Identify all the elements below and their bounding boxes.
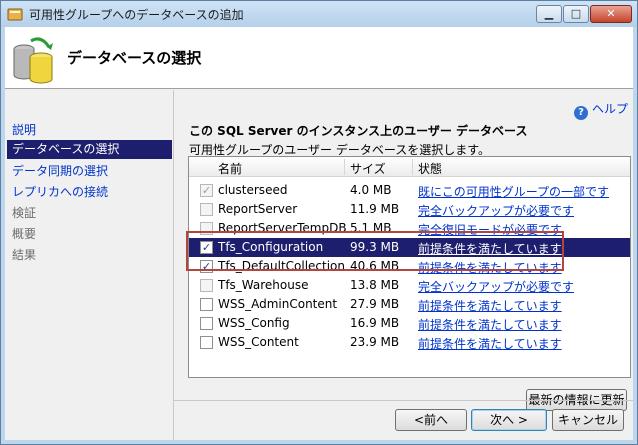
row-size: 5.1 MB (350, 221, 392, 235)
column-separator (412, 159, 413, 175)
row-status-link[interactable]: 既にこの可用性グループの一部です (418, 183, 609, 200)
row-name: clusterseed (218, 183, 288, 197)
window-title: 可用性グループへのデータベースの追加 (29, 8, 244, 22)
row-name: Tfs_DefaultCollection (218, 259, 346, 273)
row-checkbox[interactable]: ✓ (200, 184, 213, 197)
row-name: ReportServerTempDB (218, 221, 347, 235)
nav-item-validation: 検証 (12, 206, 37, 220)
row-checkbox[interactable] (200, 279, 213, 292)
help-label: ヘルプ (592, 102, 629, 116)
button-footer: <前へ 次へ > キャンセル (173, 400, 633, 440)
page-title: データベースの選択 (67, 49, 202, 67)
nav-item-results: 結果 (12, 248, 37, 262)
row-checkbox[interactable]: ✓ (200, 241, 213, 254)
table-row[interactable]: ✓ Tfs_Configuration 99.3 MB 前提条件を満たしています (189, 238, 630, 257)
grid-header: 名前 サイズ 状態 (189, 157, 630, 177)
maximize-button[interactable]: □ (563, 5, 589, 23)
row-size: 40.6 MB (350, 259, 400, 273)
column-separator (344, 159, 345, 175)
row-status-link[interactable]: 前提条件を満たしています (418, 335, 562, 352)
nav-item-select-databases[interactable]: データベースの選択 (7, 140, 172, 159)
row-name: ReportServer (218, 202, 298, 216)
row-name: Tfs_Configuration (218, 240, 324, 254)
back-button[interactable]: <前へ (395, 409, 467, 431)
row-size: 16.9 MB (350, 316, 400, 330)
row-size: 13.8 MB (350, 278, 400, 292)
row-status-link[interactable]: 前提条件を満たしています (418, 240, 562, 257)
title-bar: 可用性グループへのデータベースの追加 ▁ □ ✕ (1, 1, 637, 27)
row-size: 11.9 MB (350, 202, 400, 216)
table-row[interactable]: ReportServerTempDB 5.1 MB 完全復旧モードが必要です (189, 219, 630, 238)
nav-item-data-sync[interactable]: データ同期の選択 (7, 162, 172, 181)
row-status-link[interactable]: 完全バックアップが必要です (418, 278, 574, 295)
table-row[interactable]: WSS_Content 23.9 MB 前提条件を満たしています (189, 333, 630, 352)
row-status-link[interactable]: 完全復旧モードが必要です (418, 221, 562, 238)
column-header-name[interactable]: 名前 (218, 160, 242, 177)
row-checkbox[interactable] (200, 222, 213, 235)
table-row[interactable]: WSS_Config 16.9 MB 前提条件を満たしています (189, 314, 630, 333)
row-status-link[interactable]: 前提条件を満たしています (418, 297, 562, 314)
row-name: Tfs_Warehouse (218, 278, 309, 292)
row-size: 27.9 MB (350, 297, 400, 311)
table-row[interactable]: ReportServer 11.9 MB 完全バックアップが必要です (189, 200, 630, 219)
dialog-client: データベースの選択 説明 データベースの選択 データ同期の選択 レプリカへの接続… (5, 27, 633, 440)
help-link[interactable]: ? ヘルプ (574, 100, 628, 120)
nav-item-summary: 概要 (12, 227, 37, 241)
help-icon: ? (574, 106, 588, 120)
row-checkbox[interactable] (200, 317, 213, 330)
table-row[interactable]: WSS_AdminContent 27.9 MB 前提条件を満たしています (189, 295, 630, 314)
table-row[interactable]: ✓ clusterseed 4.0 MB 既にこの可用性グループの一部です (189, 181, 630, 200)
row-size: 23.9 MB (350, 335, 400, 349)
page-header: データベースの選択 (5, 27, 633, 89)
row-name: WSS_AdminContent (218, 297, 338, 311)
nav-item-connect-replicas[interactable]: レプリカへの接続 (7, 183, 172, 202)
database-grid[interactable]: 名前 サイズ 状態 ✓ clusterseed 4.0 MB 既にこの可用性グル… (188, 156, 631, 378)
nav-item-introduction[interactable]: 説明 (7, 121, 172, 140)
close-button[interactable]: ✕ (590, 5, 632, 23)
wizard-nav: 説明 データベースの選択 データ同期の選択 レプリカへの接続 検証 概要 結果 (5, 90, 173, 440)
row-size: 4.0 MB (350, 183, 392, 197)
row-checkbox[interactable] (200, 336, 213, 349)
row-status-link[interactable]: 前提条件を満たしています (418, 259, 562, 276)
section-heading: この SQL Server のインスタンス上のユーザー データベース (189, 124, 528, 138)
content-pane: ? ヘルプ この SQL Server のインスタンス上のユーザー データベース … (173, 90, 633, 440)
row-size: 99.3 MB (350, 240, 400, 254)
next-button[interactable]: 次へ > (471, 409, 547, 431)
dialog-window: 可用性グループへのデータベースの追加 ▁ □ ✕ データベースの選択 説明 デー… (0, 0, 638, 445)
row-checkbox[interactable] (200, 203, 213, 216)
database-wizard-icon (13, 37, 53, 84)
table-row[interactable]: ✓ Tfs_DefaultCollection 40.6 MB 前提条件を満たし… (189, 257, 630, 276)
row-checkbox[interactable]: ✓ (200, 260, 213, 273)
row-name: WSS_Config (218, 316, 290, 330)
app-icon (7, 8, 23, 21)
cancel-button[interactable]: キャンセル (552, 409, 624, 431)
row-status-link[interactable]: 前提条件を満たしています (418, 316, 562, 333)
column-header-size[interactable]: サイズ (350, 160, 386, 177)
column-header-status[interactable]: 状態 (418, 160, 442, 177)
row-name: WSS_Content (218, 335, 299, 349)
row-checkbox[interactable] (200, 298, 213, 311)
row-status-link[interactable]: 完全バックアップが必要です (418, 202, 574, 219)
minimize-button[interactable]: ▁ (536, 5, 562, 23)
table-row[interactable]: Tfs_Warehouse 13.8 MB 完全バックアップが必要です (189, 276, 630, 295)
